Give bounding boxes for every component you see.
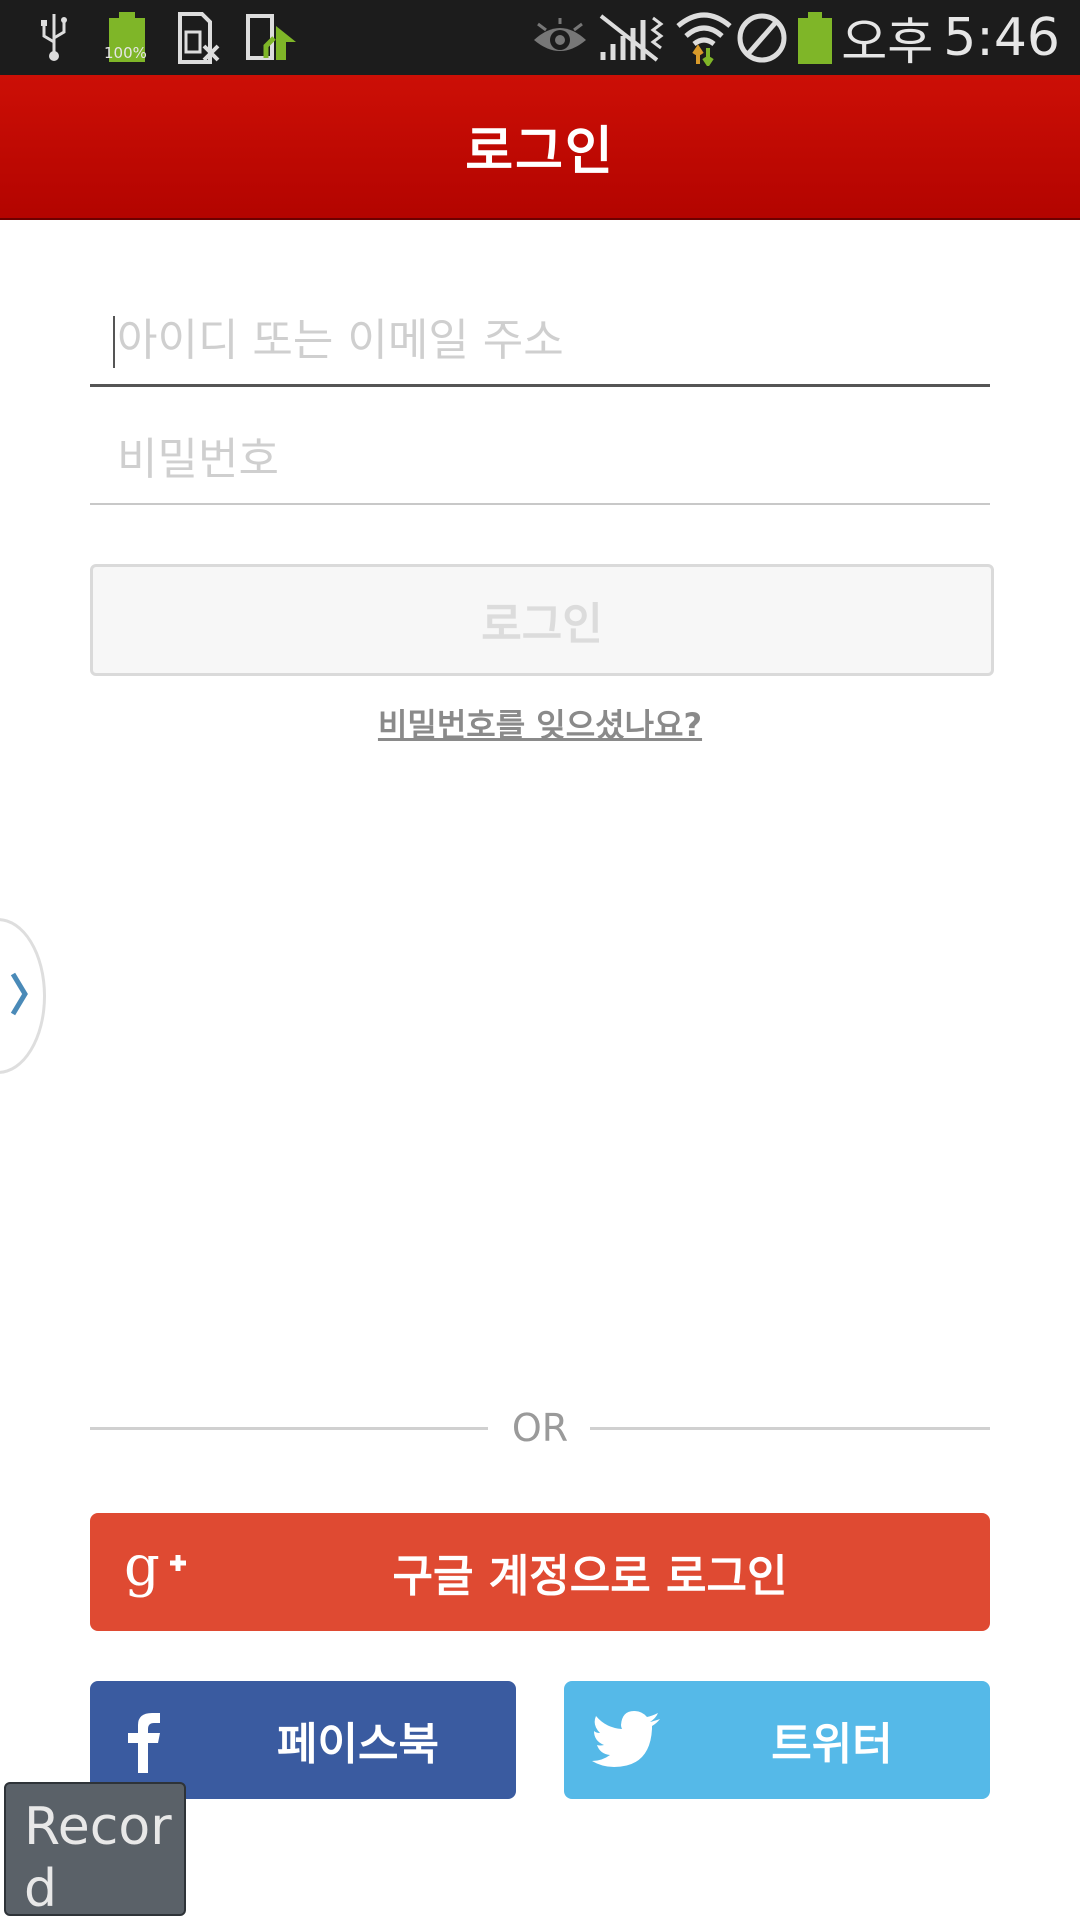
twitter-bird-icon	[592, 1711, 662, 1773]
battery-icon	[792, 10, 838, 66]
status-clock: 오후 5:46	[841, 8, 1060, 71]
password-field[interactable]	[90, 403, 990, 505]
eye-icon	[532, 10, 588, 66]
side-drawer-handle[interactable]	[0, 918, 46, 1074]
login-button[interactable]: 로그인	[90, 564, 994, 676]
google-plus-icon: g	[124, 1534, 194, 1609]
upload-icon	[244, 10, 300, 66]
usb-icon	[34, 10, 74, 66]
no-signal-icon	[596, 10, 668, 66]
wifi-icon	[674, 10, 734, 66]
record-overlay-button[interactable]: Record	[4, 1782, 186, 1916]
sim-missing-icon	[176, 10, 222, 66]
chevron-right-icon	[9, 970, 29, 1022]
facebook-login-label: 페이스북	[277, 1719, 439, 1770]
forgot-password-link[interactable]: 비밀번호를 잊으셨나요?	[0, 700, 1080, 746]
id-field[interactable]	[90, 284, 990, 387]
login-button-label: 로그인	[481, 599, 603, 650]
or-divider: OR	[90, 1400, 990, 1460]
password-input[interactable]	[115, 423, 979, 495]
battery-percent-text: 100%	[104, 44, 147, 62]
block-icon	[734, 10, 790, 66]
clock-ampm: 오후	[841, 13, 934, 71]
twitter-login-button[interactable]: 트위터	[564, 1681, 990, 1799]
svg-text:g: g	[124, 1539, 160, 1599]
facebook-icon	[126, 1711, 162, 1777]
divider-line-right	[590, 1427, 990, 1430]
twitter-login-label: 트위터	[771, 1719, 893, 1770]
id-input[interactable]	[115, 304, 979, 376]
page-title: 로그인	[465, 122, 615, 182]
google-login-label: 구글 계정으로 로그인	[392, 1551, 788, 1602]
clock-time: 5:46	[943, 8, 1060, 68]
status-bar: 100% 오후 5:46	[0, 0, 1080, 75]
google-login-button[interactable]: g 구글 계정으로 로그인	[90, 1513, 990, 1631]
app-header: 로그인	[0, 75, 1080, 220]
